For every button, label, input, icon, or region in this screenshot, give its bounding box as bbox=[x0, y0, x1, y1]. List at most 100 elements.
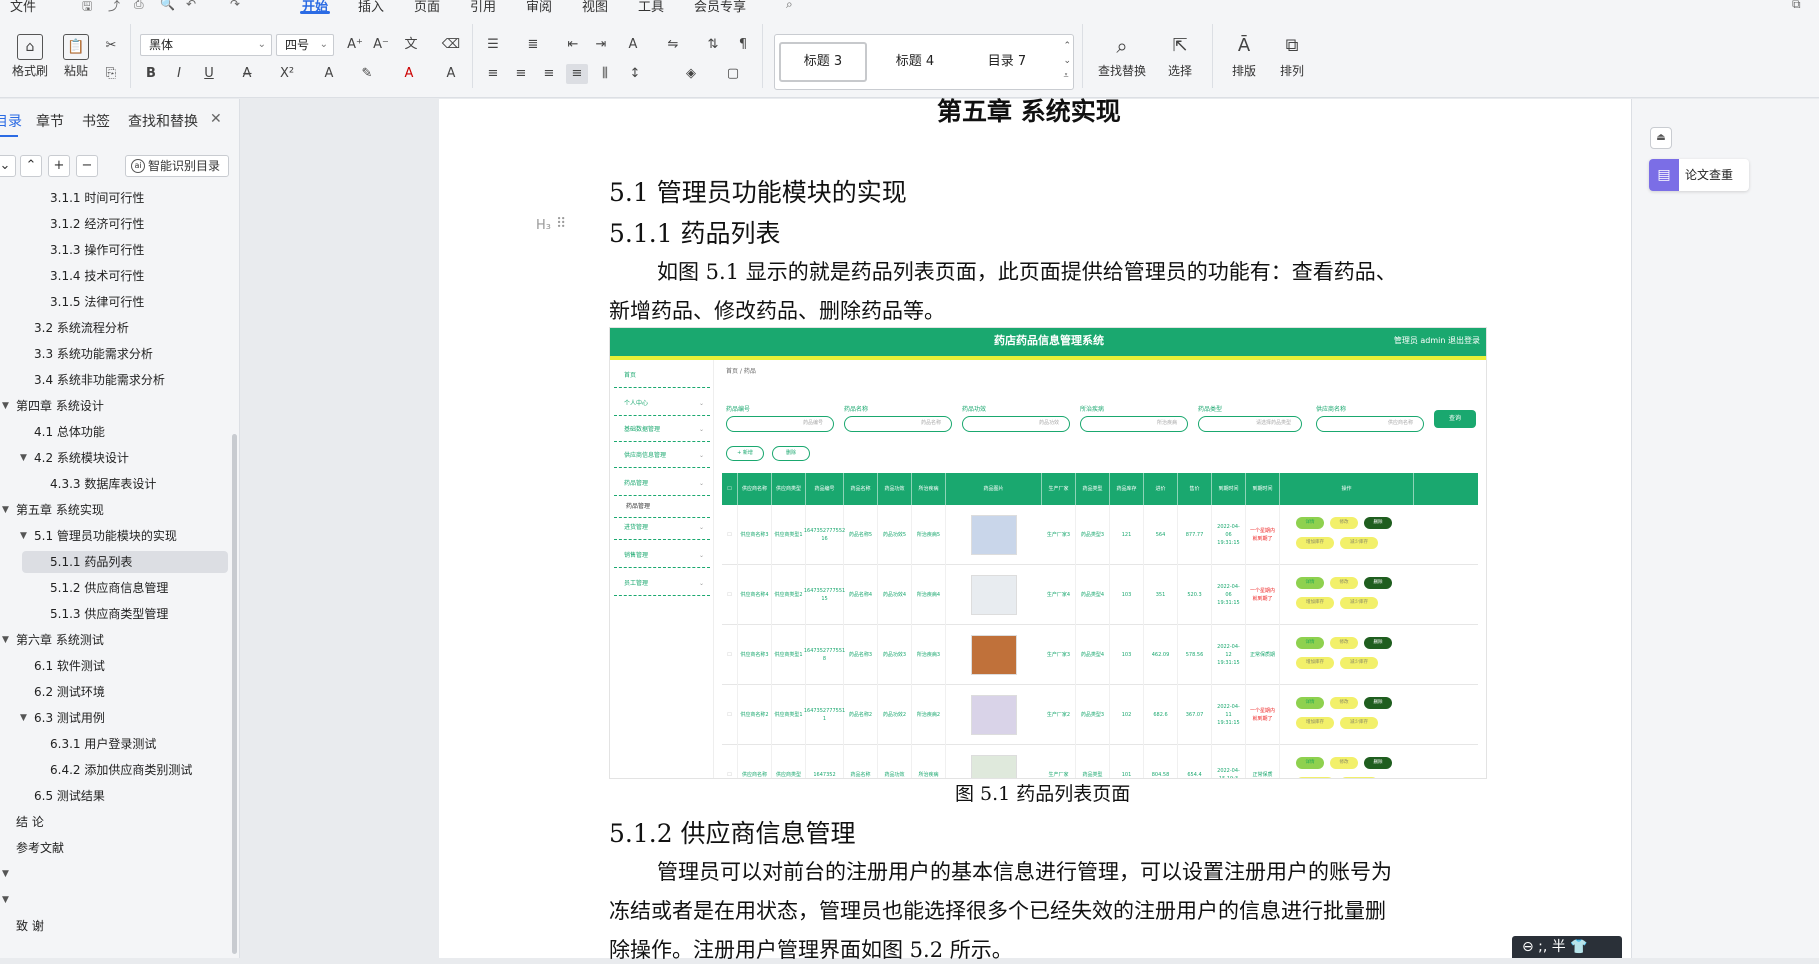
select-button[interactable]: ⇱ 选择 bbox=[1158, 34, 1202, 79]
toc-item[interactable]: 3.1.1 时间可行性 bbox=[0, 187, 230, 209]
expand-triangle-icon[interactable]: ▼ bbox=[20, 707, 27, 729]
redo-icon[interactable]: ↷ bbox=[230, 0, 240, 11]
add-item-button[interactable]: + bbox=[48, 155, 70, 177]
border-icon[interactable]: ▢ bbox=[722, 64, 744, 84]
tab-toc[interactable]: 目录 bbox=[0, 111, 22, 131]
italic-icon[interactable]: I bbox=[168, 64, 190, 84]
remove-item-button[interactable]: − bbox=[76, 155, 98, 177]
superscript-icon[interactable]: X² bbox=[276, 64, 298, 84]
style-heading3[interactable]: 标题 3 bbox=[779, 42, 867, 82]
expand-triangle-icon[interactable]: ▼ bbox=[20, 525, 27, 547]
shading-icon[interactable]: ◈ bbox=[680, 64, 702, 84]
text-effect-icon[interactable]: A bbox=[318, 64, 340, 84]
toc-item[interactable]: 3.4 系统非功能需求分析 bbox=[0, 369, 230, 391]
toc-item[interactable]: ▼ bbox=[0, 863, 230, 885]
menu-view[interactable]: 视图 bbox=[582, 0, 608, 15]
collapse-panel-button[interactable]: ⏏ bbox=[1650, 127, 1672, 149]
smart-toc-button[interactable]: ai 智能识别目录 bbox=[125, 155, 229, 177]
show-marks-icon[interactable]: ¶ bbox=[732, 35, 754, 55]
chinese-layout-icon[interactable]: A bbox=[622, 35, 644, 55]
expand-triangle-icon[interactable]: ▼ bbox=[2, 395, 9, 417]
menu-file[interactable]: 文件 bbox=[10, 0, 36, 15]
toc-item[interactable]: 6.5 测试结果 bbox=[0, 785, 230, 807]
toc-item[interactable]: 3.1.3 操作可行性 bbox=[0, 239, 230, 261]
align-right-icon[interactable]: ≡ bbox=[538, 64, 560, 84]
eraser-icon[interactable]: ⌫ bbox=[440, 35, 462, 55]
distribute-icon[interactable]: ⫼ bbox=[594, 64, 616, 84]
strikethrough-icon[interactable]: A̶ bbox=[236, 64, 258, 84]
toc-item[interactable]: 5.1.2 供应商信息管理 bbox=[0, 577, 230, 599]
decrease-indent-icon[interactable]: ⇤ bbox=[562, 35, 584, 55]
expand-triangle-icon[interactable]: ▼ bbox=[2, 863, 9, 885]
underline-icon[interactable]: U bbox=[198, 64, 220, 84]
toc-item[interactable]: 5.1.3 供应商类型管理 bbox=[0, 603, 230, 625]
close-icon[interactable]: ✕ bbox=[210, 111, 222, 127]
expand-triangle-icon[interactable]: ▼ bbox=[2, 629, 9, 651]
plagiarism-check-button[interactable]: ▤ 论文查重 bbox=[1649, 159, 1749, 191]
menu-insert[interactable]: 插入 bbox=[358, 0, 384, 15]
style-heading4[interactable]: 标题 4 bbox=[871, 42, 959, 82]
toc-item[interactable]: 结 论 bbox=[0, 811, 230, 833]
gallery-scroll[interactable]: ⌃ ⌄ ⩡ bbox=[1063, 39, 1071, 84]
toc-item[interactable]: 第四章 系统设计 ▼ bbox=[0, 395, 230, 417]
arrange-button[interactable]: ⧉ 排列 bbox=[1270, 34, 1314, 79]
menu-member[interactable]: 会员专享 bbox=[694, 0, 746, 15]
heading-level-icon[interactable]: H₃ bbox=[536, 218, 551, 233]
undo-icon[interactable]: ↶ bbox=[186, 0, 196, 11]
find-replace-button[interactable]: ⌕ 查找替换 bbox=[1092, 34, 1152, 79]
toc-item[interactable]: ▼ bbox=[0, 889, 230, 911]
toc-item[interactable]: 4.1 总体功能 bbox=[0, 421, 230, 443]
copy-icon[interactable]: ⎘ bbox=[100, 64, 122, 84]
toc-item[interactable]: 第五章 系统实现 ▼ bbox=[0, 499, 230, 521]
layout-button[interactable]: Ā 排版 bbox=[1222, 34, 1266, 79]
cut-icon[interactable]: ✂ bbox=[100, 36, 122, 56]
font-size-select[interactable]: 四号 ⌄ bbox=[276, 34, 334, 56]
phonetic-icon[interactable]: 文 bbox=[400, 35, 422, 55]
bullet-list-icon[interactable]: ☰ bbox=[482, 35, 504, 55]
toc-item[interactable]: 6.1 软件测试 bbox=[0, 655, 230, 677]
share-icon[interactable]: ⤴ bbox=[108, 0, 120, 14]
highlight-icon[interactable]: ✎ bbox=[356, 64, 378, 84]
toc-item[interactable]: 3.1.4 技术可行性 bbox=[0, 265, 230, 287]
toc-item[interactable]: 5.1 管理员功能模块的实现 ▼ bbox=[0, 525, 230, 547]
toc-item[interactable]: 6.2 测试环境 bbox=[0, 681, 230, 703]
menu-reference[interactable]: 引用 bbox=[470, 0, 496, 15]
bold-icon[interactable]: B bbox=[140, 64, 162, 84]
print-icon[interactable]: ⎙ bbox=[134, 0, 144, 12]
tab-find-replace[interactable]: 查找和替换 bbox=[128, 111, 198, 131]
shrink-font-icon[interactable]: A⁻ bbox=[370, 35, 392, 55]
toc-item[interactable]: 参考文献 bbox=[0, 837, 230, 859]
menu-review[interactable]: 审阅 bbox=[526, 0, 552, 15]
toc-item[interactable]: 6.3.1 用户登录测试 bbox=[0, 733, 230, 755]
font-color-icon[interactable]: A bbox=[398, 64, 420, 84]
toc-item[interactable]: 3.1.2 经济可行性 bbox=[0, 213, 230, 235]
nav-scrollbar[interactable] bbox=[232, 434, 237, 954]
toc-item[interactable]: 4.2 系统模块设计 ▼ bbox=[0, 447, 230, 469]
toc-item[interactable]: 4.3.3 数据库表设计 bbox=[0, 473, 230, 495]
window-icon[interactable]: ⧉ bbox=[1792, 0, 1801, 12]
tab-sections[interactable]: 章节 bbox=[36, 111, 64, 131]
preview-icon[interactable]: 🔍 bbox=[160, 0, 175, 11]
toc-item[interactable]: 6.4.2 添加供应商类别测试 bbox=[0, 759, 230, 781]
paste-button[interactable]: 📋 粘贴 bbox=[54, 34, 98, 79]
toc-item[interactable]: 致 谢 bbox=[0, 915, 230, 937]
move-up-button[interactable]: ⌃ bbox=[20, 155, 42, 177]
expand-triangle-icon[interactable]: ▼ bbox=[2, 499, 9, 521]
toc-item[interactable]: 6.3 测试用例 ▼ bbox=[0, 707, 230, 729]
toc-item[interactable]: 5.1.1 药品列表 bbox=[22, 551, 228, 573]
menu-tools[interactable]: 工具 bbox=[638, 0, 664, 15]
format-painter-button[interactable]: ⌂ 格式刷 bbox=[8, 34, 52, 79]
toc-item[interactable]: 第六章 系统测试 ▼ bbox=[0, 629, 230, 651]
ime-toolbar[interactable]: ⊖ ;, 半 👕 bbox=[1512, 936, 1622, 958]
text-direction-icon[interactable]: ⇋ bbox=[662, 35, 684, 55]
increase-indent-icon[interactable]: ⇥ bbox=[590, 35, 612, 55]
align-center-icon[interactable]: ≡ bbox=[510, 64, 532, 84]
menu-page[interactable]: 页面 bbox=[414, 0, 440, 15]
font-name-select[interactable]: 黑体 ⌄ bbox=[140, 34, 272, 56]
align-left-icon[interactable]: ≡ bbox=[482, 64, 504, 84]
sort-icon[interactable]: ⇅ bbox=[702, 35, 724, 55]
char-shading-icon[interactable]: A bbox=[440, 64, 462, 84]
toc-item[interactable]: 3.2 系统流程分析 bbox=[0, 317, 230, 339]
line-spacing-icon[interactable]: ↕ bbox=[624, 64, 646, 84]
style-toc7[interactable]: 目录 7 bbox=[963, 42, 1051, 82]
